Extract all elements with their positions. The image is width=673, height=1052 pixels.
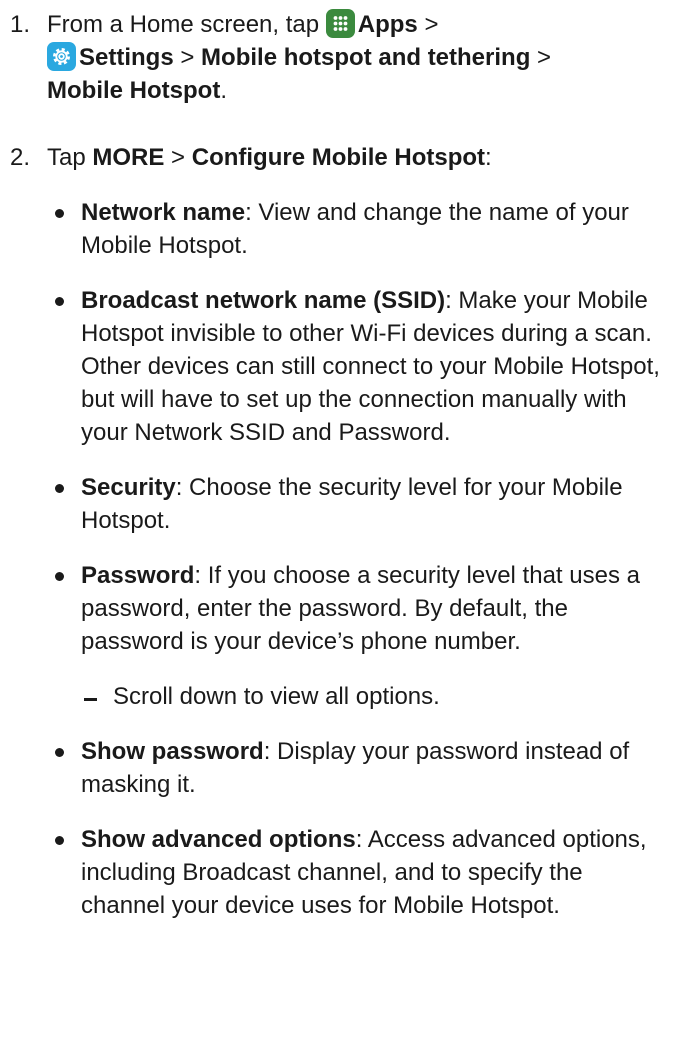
bullet-icon	[55, 297, 64, 306]
path-mobile-hotspot: Mobile Hotspot	[47, 77, 221, 104]
option-term: Network name	[81, 199, 246, 226]
option-term: Security	[81, 474, 176, 501]
path-separator: >	[417, 11, 439, 38]
step-end: .	[220, 77, 227, 104]
bullet-icon	[55, 836, 64, 845]
apps-label: Apps	[357, 11, 418, 38]
list-item: Security: Choose the security level for …	[0, 471, 661, 537]
settings-label: Settings	[79, 44, 174, 71]
step-number: 2.	[10, 144, 31, 171]
document-page: 1. From a Home screen, tap Apps > Settin…	[0, 0, 673, 1052]
option-term: Broadcast network name (SSID)	[81, 287, 446, 314]
step-2: 2. Tap MORE > Configure Mobile Hotspot:	[0, 141, 661, 174]
path-separator: >	[164, 144, 192, 171]
step-end: :	[485, 144, 492, 171]
option-term: Show password	[81, 738, 264, 765]
list-item: Show password: Display your password ins…	[0, 735, 661, 801]
list-item: Password: If you choose a security level…	[0, 559, 661, 658]
list-item: Network name: View and change the name o…	[0, 196, 661, 262]
list-item: Broadcast network name (SSID): Make your…	[0, 284, 661, 449]
step-intro: Tap	[47, 144, 93, 171]
note-text: Scroll down to view all options.	[113, 683, 440, 710]
bullet-icon	[55, 748, 64, 757]
dash-icon	[84, 698, 97, 701]
list-item: Show advanced options: Access advanced o…	[0, 823, 661, 922]
sub-note: Scroll down to view all options.	[0, 680, 661, 713]
apps-grid-icon	[325, 9, 355, 38]
bullet-icon	[55, 572, 64, 581]
option-term: Password	[81, 562, 195, 589]
step-number: 1.	[10, 11, 31, 38]
bullet-icon	[55, 209, 64, 218]
option-term: Show advanced options	[81, 826, 356, 853]
path-separator: >	[173, 44, 202, 71]
gear-icon	[47, 42, 76, 71]
options-list: Network name: View and change the name o…	[0, 196, 661, 922]
configure-label: Configure Mobile Hotspot	[191, 144, 486, 171]
more-label: MORE	[92, 144, 165, 171]
step-1: 1. From a Home screen, tap Apps > Settin…	[0, 8, 661, 107]
bullet-icon	[55, 484, 64, 493]
step-intro: From a Home screen, tap	[47, 11, 320, 38]
path-separator: >	[530, 44, 552, 71]
path-mobile-hotspot-tethering: Mobile hotspot and tethering	[201, 44, 531, 71]
